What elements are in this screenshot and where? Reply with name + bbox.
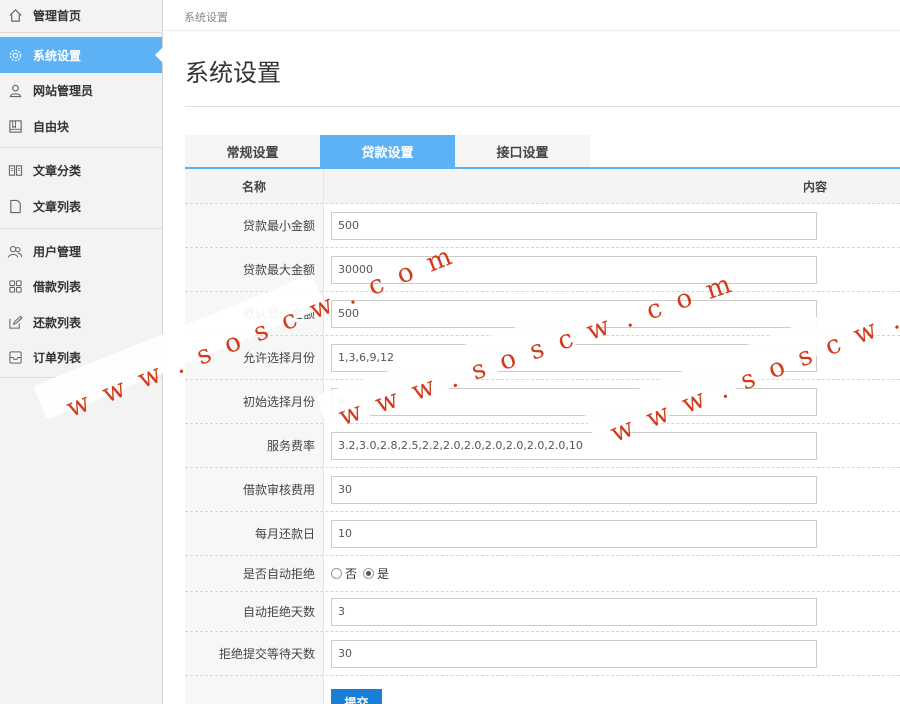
auto-reject-yes-radio[interactable]: 是 [363, 565, 389, 582]
table-row: 是否自动拒绝 否 是 [185, 555, 900, 591]
radio-circle [363, 568, 375, 579]
sidebar-item-label: 系统设置 [33, 48, 82, 63]
sidebar-item-label: 订单列表 [33, 350, 82, 365]
field-label: 借款审核费用 [185, 468, 324, 511]
field-label: 是否自动拒绝 [185, 556, 324, 591]
open-book-icon [6, 161, 24, 179]
table-row: 初始选择月份 [185, 379, 900, 423]
settings-form: 名称 内容 贷款最小金额 贷款最大金额 默认显示金额 允许选择月份 初始选择月份… [185, 169, 900, 704]
table-row: 默认显示金额 [185, 291, 900, 335]
table-row: 贷款最小金额 [185, 203, 900, 247]
default-amount-field[interactable] [331, 299, 817, 328]
grid-icon [6, 277, 24, 295]
table-row: 服务费率 [185, 423, 900, 467]
submit-button[interactable]: 提交 [331, 689, 382, 704]
sidebar-item-system-settings[interactable]: 系统设置 [0, 37, 163, 73]
monthly-repay-day-field[interactable] [331, 519, 817, 548]
sidebar-item-home[interactable]: 管理首页 [0, 0, 162, 33]
divider [0, 228, 162, 229]
auto-reject-no-radio[interactable]: 否 [331, 565, 357, 582]
initial-month-field[interactable] [331, 387, 817, 416]
allowed-months-field[interactable] [331, 343, 817, 372]
sidebar-item-user-management[interactable]: 用户管理 [0, 233, 162, 269]
book-icon [6, 117, 24, 135]
radio-label: 否 [345, 567, 358, 581]
field-label: 每月还款日 [185, 512, 324, 555]
tab-general-settings[interactable]: 常规设置 [185, 135, 320, 168]
divider [185, 106, 900, 107]
sidebar-item-label: 文章分类 [33, 163, 82, 178]
field-label [185, 676, 324, 704]
table-row: 每月还款日 [185, 511, 900, 555]
radio-label: 是 [377, 567, 390, 581]
divider [0, 147, 162, 148]
sidebar-item-label: 用户管理 [33, 244, 82, 259]
sidebar-item-article-list[interactable]: 文章列表 [0, 188, 162, 224]
divider [0, 377, 162, 378]
sidebar-item-label: 自由块 [33, 119, 70, 134]
user-icon [6, 81, 24, 99]
tab-bar: 常规设置 贷款设置 接口设置 [185, 135, 590, 168]
radio-circle [331, 568, 342, 579]
sidebar: 管理首页 系统设置 网站管理员 自由块 文章分类 文章列表 用户管理 借款列表 … [0, 0, 163, 704]
field-label: 允许选择月份 [185, 336, 324, 379]
divider [0, 32, 162, 33]
table-header: 名称 内容 [185, 169, 900, 203]
table-row: 自动拒绝天数 [185, 591, 900, 631]
audit-fee-field[interactable] [331, 475, 817, 504]
tab-api-settings[interactable]: 接口设置 [455, 135, 590, 168]
sidebar-item-free-block[interactable]: 自由块 [0, 108, 162, 144]
sidebar-item-label: 网站管理员 [33, 83, 94, 98]
table-row: 拒绝提交等待天数 [185, 631, 900, 675]
table-row: 提交 [185, 675, 900, 704]
field-label: 拒绝提交等待天数 [185, 632, 324, 675]
field-label: 服务费率 [185, 424, 324, 467]
field-label: 贷款最大金额 [185, 248, 324, 291]
sidebar-item-admins[interactable]: 网站管理员 [0, 72, 162, 108]
reject-wait-days-field[interactable] [331, 639, 817, 668]
sidebar-item-label: 文章列表 [33, 199, 82, 214]
inbox-icon [6, 348, 24, 366]
home-icon [6, 6, 24, 24]
column-header-name: 名称 [185, 169, 324, 203]
breadcrumb: 系统设置 [184, 11, 228, 24]
tab-loan-settings[interactable]: 贷款设置 [320, 135, 455, 168]
table-row: 借款审核费用 [185, 467, 900, 511]
file-icon [6, 197, 24, 215]
service-rate-field[interactable] [331, 431, 817, 460]
field-label: 默认显示金额 [185, 292, 324, 335]
column-header-content: 内容 [802, 179, 827, 194]
sidebar-item-order-list[interactable]: 订单列表 [0, 339, 162, 375]
field-label: 初始选择月份 [185, 380, 324, 423]
sidebar-item-label: 管理首页 [33, 8, 82, 23]
page-title: 系统设置 [185, 59, 281, 87]
sidebar-item-label: 借款列表 [33, 279, 82, 294]
sidebar-item-article-categories[interactable]: 文章分类 [0, 152, 162, 188]
sidebar-item-label: 还款列表 [33, 315, 82, 330]
table-row: 贷款最大金额 [185, 247, 900, 291]
divider [163, 30, 900, 31]
gear-icon [6, 46, 24, 64]
sidebar-item-loan-list[interactable]: 借款列表 [0, 268, 162, 304]
field-label: 自动拒绝天数 [185, 592, 324, 631]
table-row: 允许选择月份 [185, 335, 900, 379]
auto-reject-days-field[interactable] [331, 597, 817, 626]
edit-icon [6, 313, 24, 331]
sidebar-item-repayment-list[interactable]: 还款列表 [0, 304, 162, 340]
users-icon [6, 242, 24, 260]
field-label: 贷款最小金额 [185, 204, 324, 247]
loan-min-amount-field[interactable] [331, 211, 817, 240]
loan-max-amount-field[interactable] [331, 255, 817, 284]
